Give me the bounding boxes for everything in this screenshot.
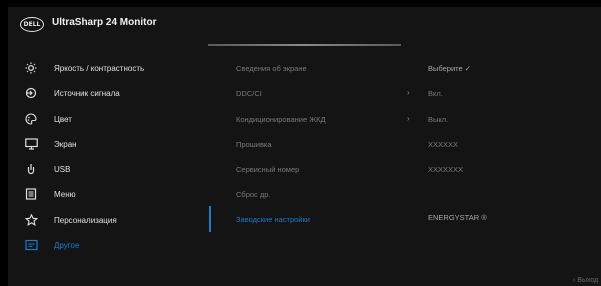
header-divider — [208, 44, 401, 46]
menu-item-brightness-contrast[interactable]: Яркость / контрастность — [24, 59, 204, 77]
star-icon — [24, 213, 38, 227]
menu-label: Меню — [54, 189, 76, 199]
submenu-value-service-tag: XXXXXXX — [428, 165, 464, 174]
menu-label: Источник сигнала — [54, 88, 120, 98]
submenu-item-firmware: Прошивка — [236, 140, 272, 149]
submenu-value-lcd-conditioning: Выкл. — [428, 115, 449, 124]
menu-item-menu[interactable]: Меню — [24, 185, 204, 203]
dell-logo: DELL — [20, 17, 44, 32]
osd-title: UltraSharp 24 Monitor — [52, 17, 157, 28]
menu-item-other[interactable]: Другое — [24, 236, 204, 254]
submenu-item-factory-reset[interactable]: Заводские настройки — [236, 215, 310, 224]
menu-label: Другое — [54, 240, 80, 250]
color-palette-icon — [24, 112, 38, 126]
chevron-right-icon: › — [407, 114, 410, 123]
brightness-icon — [24, 61, 38, 75]
submenu-value-ddcci: Вкл. — [428, 89, 443, 98]
menu-item-input-source[interactable]: Источник сигнала — [24, 84, 204, 102]
submenu-item-other-reset[interactable]: Сброс др. — [236, 190, 271, 199]
menu-item-display[interactable]: Экран — [24, 135, 204, 153]
chevron-right-icon: › — [407, 88, 410, 97]
menu-label: Яркость / контрастность — [54, 63, 145, 73]
menu-item-personalize[interactable]: Персонализация — [24, 211, 204, 229]
menu-label: Персонализация — [54, 215, 117, 225]
selection-indicator — [209, 206, 211, 232]
menu-item-color[interactable]: Цвет — [24, 110, 204, 128]
menu-label: USB — [54, 164, 71, 174]
menu-label: Цвет — [54, 114, 72, 124]
menu-label: Экран — [54, 139, 77, 149]
menu-item-usb[interactable]: USB — [24, 160, 204, 178]
menu-icon — [24, 187, 38, 201]
usb-icon — [24, 162, 38, 176]
submenu-item-display-info[interactable]: Сведения об экране — [236, 64, 307, 73]
other-icon — [24, 238, 38, 252]
osd-header: DELL UltraSharp 24 Monitor — [8, 7, 601, 43]
submenu-value-firmware: XXXXXX — [428, 140, 459, 149]
submenu-item-service-tag: Сервисный номер — [236, 165, 300, 174]
input-source-icon — [24, 86, 38, 100]
exit-button[interactable]: ‹ Выход — [573, 277, 598, 284]
submenu-item-lcd-conditioning[interactable]: Кондиционирование ЖКД — [236, 115, 326, 124]
submenu-item-ddcci[interactable]: DDC/CI — [236, 89, 262, 98]
display-icon — [24, 137, 38, 151]
monitor-osd: DELL UltraSharp 24 Monitor Яркость / кон… — [8, 7, 601, 286]
energystar-label: ENERGYSTAR ® — [428, 213, 487, 222]
submenu-value-display-info[interactable]: Выберите ✓ — [428, 64, 471, 73]
